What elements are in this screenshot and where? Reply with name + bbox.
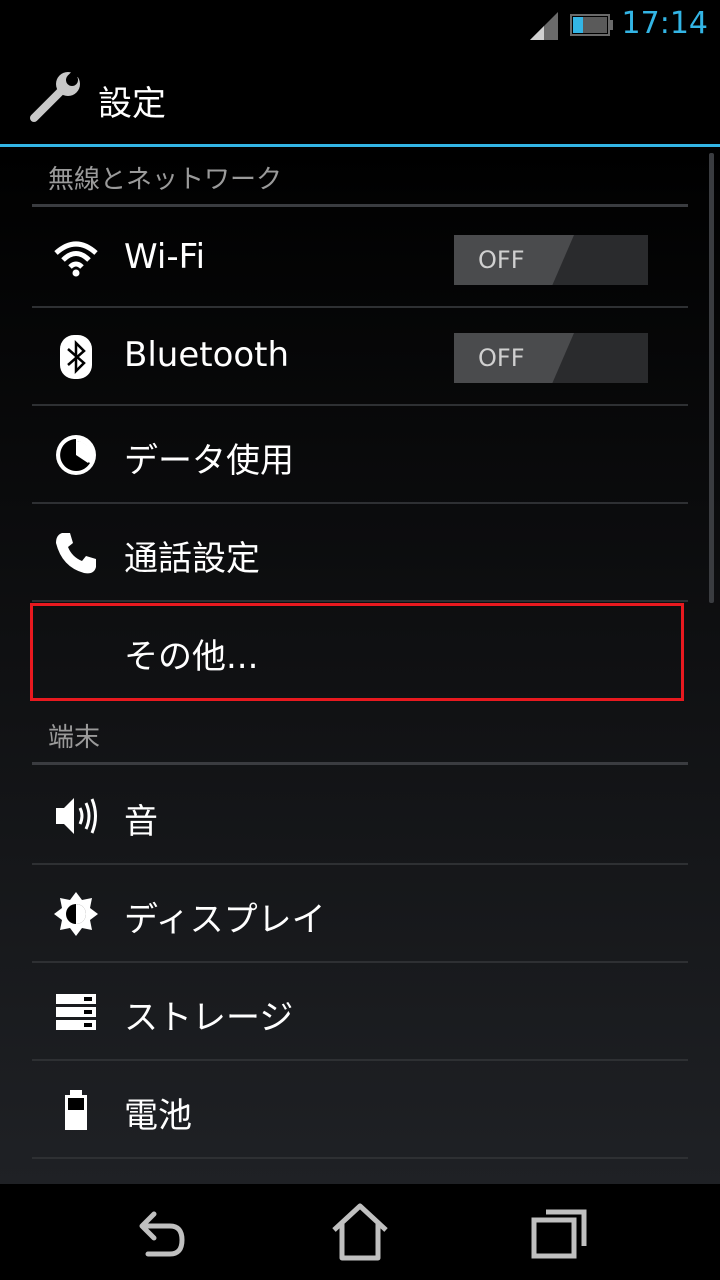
page-title: 設定 — [98, 84, 166, 124]
toggle-state: OFF — [478, 344, 525, 372]
setting-label: ディスプレイ — [124, 900, 326, 940]
setting-label: ストレージ — [124, 998, 294, 1038]
setting-label: Wi-Fi — [124, 237, 206, 277]
setting-item-call[interactable]: 通話設定 — [32, 504, 688, 602]
setting-label: 音 — [124, 802, 158, 842]
setting-item-battery[interactable]: 電池 — [32, 1061, 688, 1159]
setting-label: 電池 — [124, 1096, 192, 1136]
signal-icon — [530, 12, 558, 40]
action-bar: 設定 — [0, 50, 720, 147]
bluetooth-toggle[interactable]: OFF — [454, 333, 648, 383]
setting-item-wifi[interactable]: Wi-Fi OFF — [32, 210, 688, 308]
speaker-icon — [56, 798, 97, 834]
setting-item-bluetooth[interactable]: Bluetooth OFF — [32, 308, 688, 406]
status-bar: 17:14 — [0, 0, 720, 50]
setting-item-display[interactable]: ディスプレイ — [32, 865, 688, 963]
status-clock: 17:14 — [621, 6, 708, 41]
setting-item-sound[interactable]: 音 — [32, 767, 688, 865]
settings-wrench-icon[interactable] — [26, 68, 86, 128]
data-usage-icon — [56, 435, 96, 475]
storage-icon — [56, 994, 96, 1030]
recent-apps-icon[interactable] — [530, 1202, 590, 1262]
setting-label: Bluetooth — [124, 335, 290, 375]
phone-icon — [56, 533, 96, 574]
toggle-state: OFF — [478, 246, 525, 274]
settings-list[interactable]: 無線とネットワーク Wi-Fi OFF Bluetooth OFF データ使用 … — [0, 147, 720, 1184]
back-icon[interactable] — [128, 1202, 188, 1262]
section-header-device: 端末 — [32, 705, 688, 765]
battery-setting-icon — [65, 1090, 87, 1130]
navigation-bar — [0, 1184, 720, 1280]
highlight-box — [30, 603, 684, 701]
wifi-toggle[interactable]: OFF — [454, 235, 648, 285]
home-icon[interactable] — [330, 1202, 390, 1262]
battery-icon — [570, 14, 613, 36]
display-brightness-icon — [54, 892, 98, 936]
scrollbar[interactable] — [709, 153, 714, 603]
setting-item-storage[interactable]: ストレージ — [32, 963, 688, 1061]
setting-label: データ使用 — [124, 441, 294, 481]
section-header-wireless: 無線とネットワーク — [32, 147, 688, 207]
wifi-icon — [54, 241, 98, 277]
bluetooth-icon — [60, 335, 92, 379]
setting-item-data-usage[interactable]: データ使用 — [32, 406, 688, 504]
setting-label: 通話設定 — [124, 539, 260, 579]
